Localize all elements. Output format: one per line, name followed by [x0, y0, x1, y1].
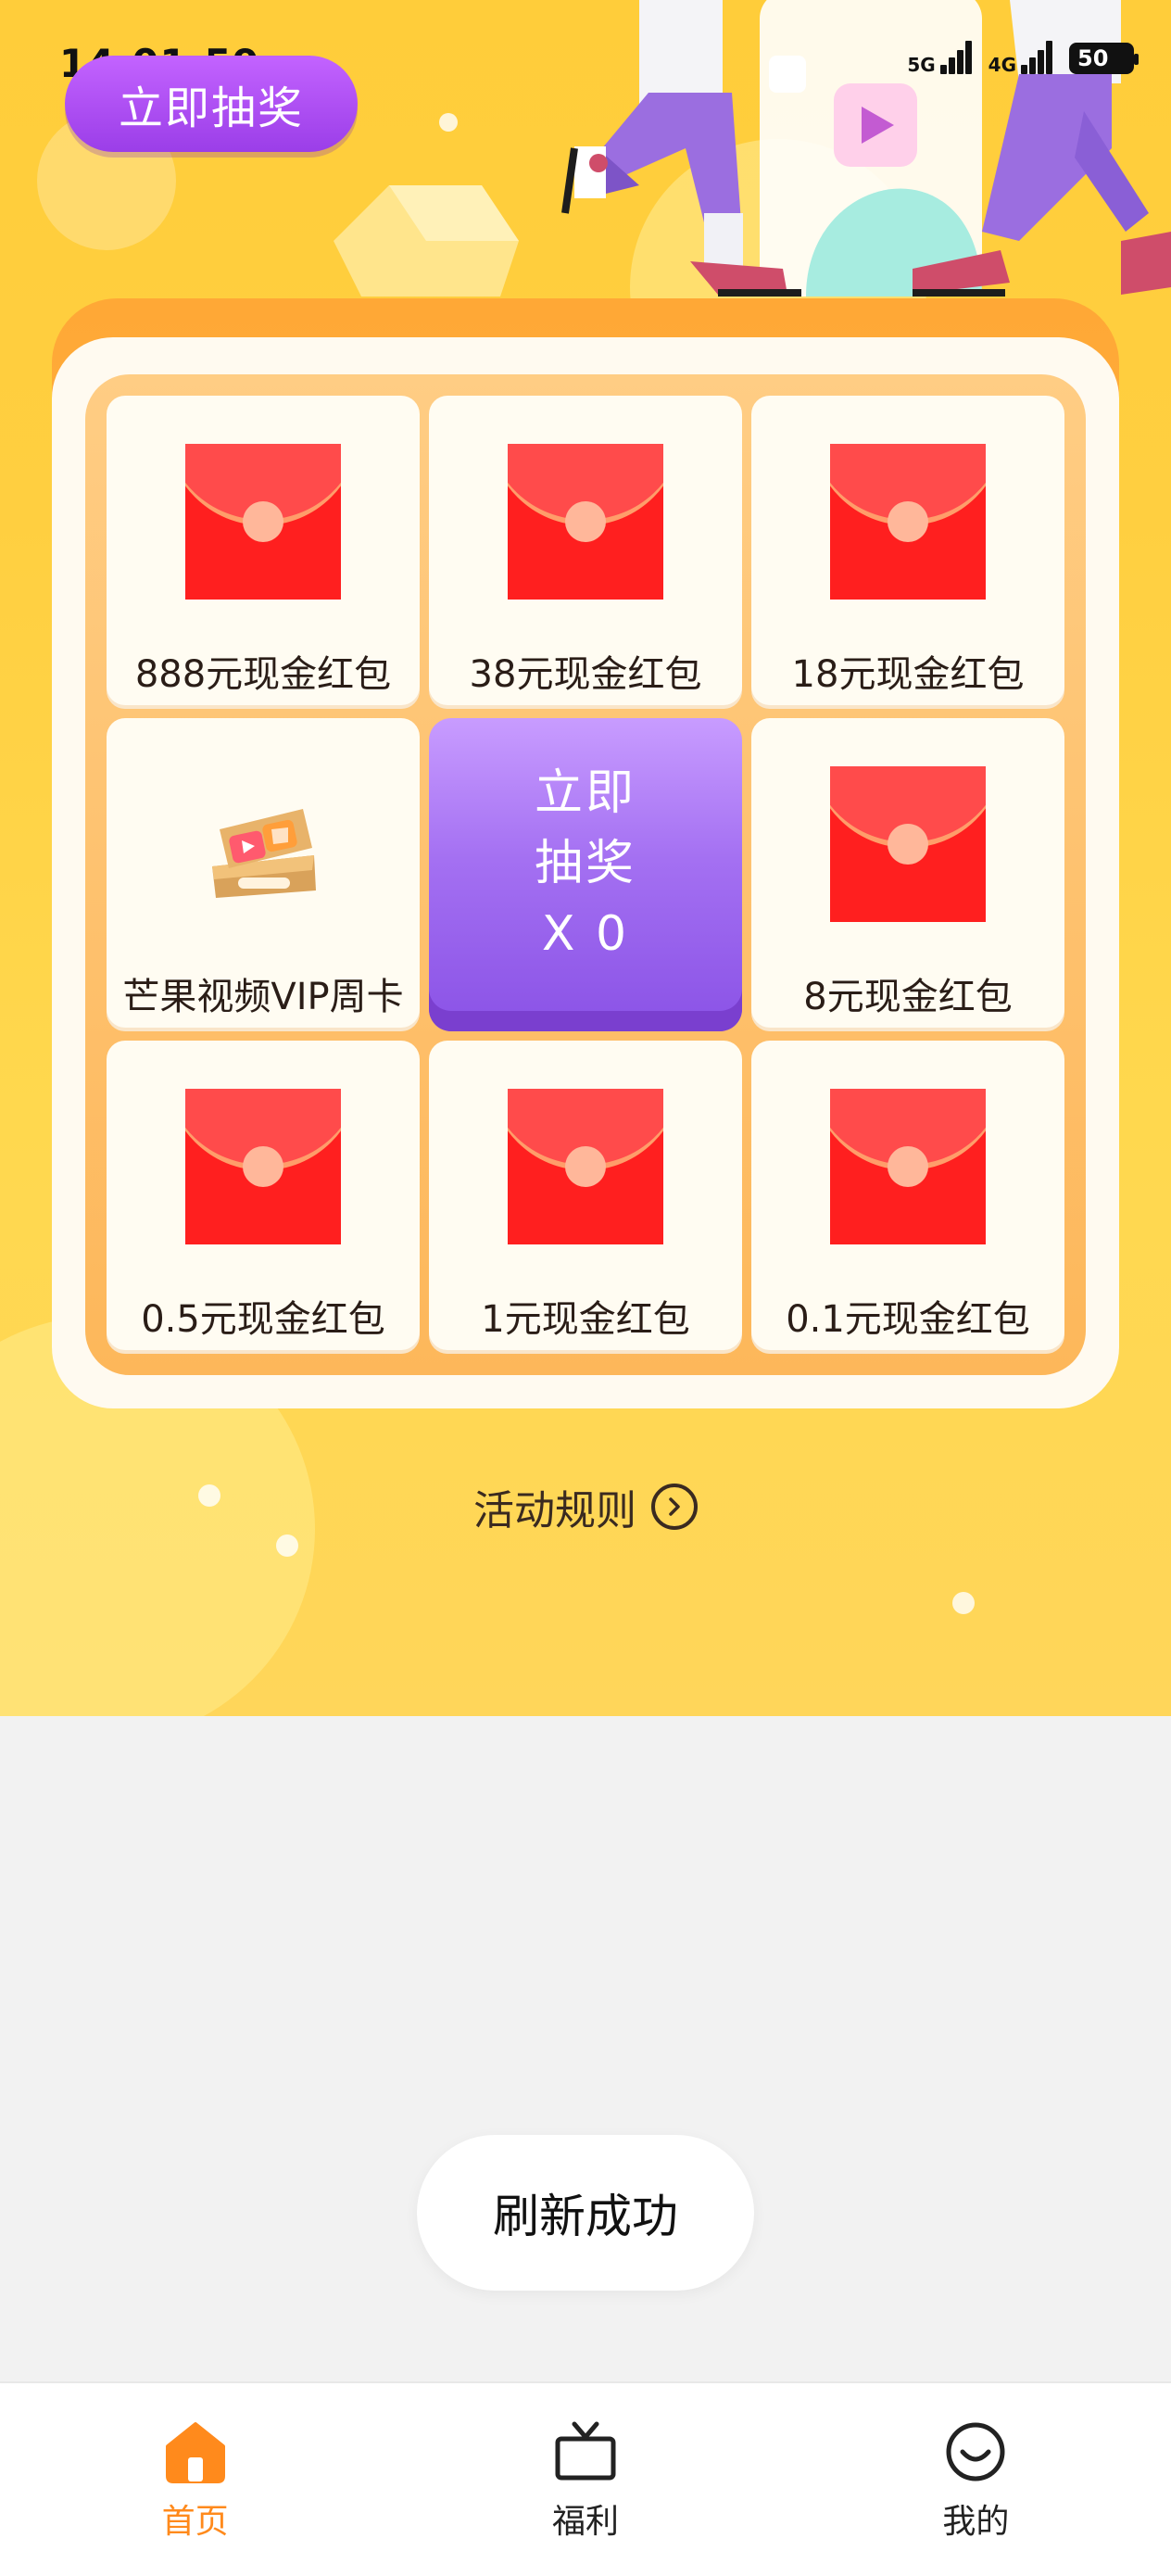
red-envelope-icon — [508, 444, 663, 600]
prize-cell: 888元现金红包 — [107, 396, 420, 709]
smile-icon — [946, 2422, 1005, 2481]
activity-rules-label: 活动规则 — [473, 1487, 636, 1534]
prize-cell: 18元现金红包 — [751, 396, 1064, 709]
prize-label: 18元现金红包 — [791, 653, 1025, 696]
nav-label-welfare: 福利 — [551, 2503, 619, 2541]
activity-rules-link[interactable]: 活动规则 — [0, 1477, 1171, 1536]
red-envelope-icon — [830, 766, 986, 922]
red-envelope-icon — [508, 1089, 663, 1244]
signal-5g-icon: 5G — [907, 41, 972, 76]
draw-count: X 0 — [541, 906, 630, 962]
draw-center-button[interactable]: 立即 抽奖 X 0 — [429, 718, 742, 1031]
draw-now-button[interactable]: 立即抽奖 — [65, 56, 358, 152]
prize-label: 8元现金红包 — [803, 976, 1013, 1018]
bottom-navigation: 首页 福利 我的 — [0, 2381, 1171, 2576]
prize-cell: 0.1元现金红包 — [751, 1041, 1064, 1354]
tv-icon — [555, 2421, 616, 2481]
battery-icon: 50 — [1069, 43, 1139, 74]
prize-cell: 8元现金红包 — [751, 718, 1064, 1031]
nav-item-mine[interactable]: 我的 — [781, 2383, 1171, 2576]
red-envelope-icon — [830, 1089, 986, 1244]
draw-center-line2: 抽奖 — [534, 836, 636, 891]
battery-level: 50 — [1077, 45, 1109, 71]
vip-ticket-icon — [212, 809, 316, 898]
nav-label-home: 首页 — [161, 2503, 229, 2541]
prize-cell: 0.5元现金红包 — [107, 1041, 420, 1354]
chevron-right-circle-icon — [651, 1484, 698, 1530]
network-type-label: 5G — [907, 54, 936, 76]
red-envelope-icon — [185, 444, 341, 600]
toast-message: 刷新成功 — [417, 2135, 754, 2291]
nav-item-home[interactable]: 首页 — [0, 2383, 390, 2576]
prize-cell: 芒果视频VIP周卡 — [107, 718, 420, 1031]
signal-4g-icon: 4G — [988, 41, 1052, 74]
network-type-label: 4G — [988, 54, 1016, 76]
prize-label: 888元现金红包 — [134, 653, 392, 696]
prize-label: 1元现金红包 — [481, 1298, 690, 1341]
prize-cell: 38元现金红包 — [429, 396, 742, 709]
nav-item-welfare[interactable]: 福利 — [390, 2383, 780, 2576]
draw-center-line1: 立即 — [534, 765, 636, 821]
prize-cell: 1元现金红包 — [429, 1041, 742, 1354]
prize-label: 0.5元现金红包 — [141, 1298, 385, 1341]
status-icons: 5G 4G 50 — [907, 41, 1139, 76]
nav-label-mine: 我的 — [942, 2503, 1010, 2541]
home-icon — [165, 2422, 225, 2483]
red-envelope-icon — [185, 1089, 341, 1244]
prize-label: 芒果视频VIP周卡 — [122, 976, 404, 1018]
prize-label: 38元现金红包 — [469, 653, 702, 696]
red-envelope-icon — [830, 444, 986, 600]
prize-label: 0.1元现金红包 — [786, 1298, 1030, 1341]
